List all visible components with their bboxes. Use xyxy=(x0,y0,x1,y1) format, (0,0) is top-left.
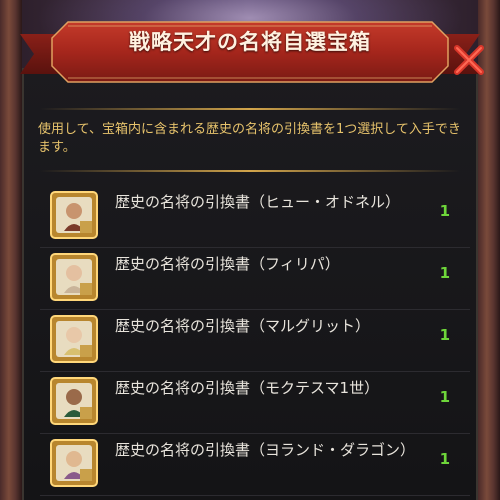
scroll-portrait-icon xyxy=(50,315,98,363)
item-label: 歴史の名将の引換書（ヒュー・オドネル） xyxy=(115,193,401,211)
scroll-portrait-icon xyxy=(50,253,98,301)
scroll-portrait-icon xyxy=(50,439,98,487)
list-item[interactable]: 歴史の名将の引換書（マルグリット） 1 xyxy=(40,309,470,372)
list-item[interactable]: 歴史の名将の引換書（ヒュー・オドネル） 1 xyxy=(40,185,470,248)
description-divider xyxy=(40,170,460,172)
list-item[interactable]: 歴史の名将の引換書（ヨランド・ダラゴン） 1 xyxy=(40,433,470,496)
scroll-portrait-icon xyxy=(50,191,98,239)
dialog-screen: 戦略天才の名将自選宝箱 使用して、宝箱内に含まれる歴史の名将の引換書を1つ選択し… xyxy=(0,0,500,500)
item-count: 1 xyxy=(439,202,450,220)
item-label: 歴史の名将の引換書（フィリパ） xyxy=(115,255,340,273)
scroll-portrait-icon xyxy=(50,377,98,425)
item-label: 歴史の名将の引換書（モクテスマ1世） xyxy=(115,379,380,397)
close-icon xyxy=(454,45,484,75)
list-item[interactable]: 歴史の名将の引換書（モクテスマ1世） 1 xyxy=(40,371,470,434)
item-count: 1 xyxy=(439,326,450,344)
top-divider xyxy=(40,108,460,110)
item-count: 1 xyxy=(439,264,450,282)
list-item[interactable]: 歴史の名将の引換書（フィリパ） 1 xyxy=(40,247,470,310)
description-text: 使用して、宝箱内に含まれる歴史の名将の引換書を1つ選択して入手できます。 xyxy=(38,122,461,155)
title-banner: 戦略天才の名将自選宝箱 xyxy=(0,0,500,90)
item-label: 歴史の名将の引換書（マルグリット） xyxy=(115,317,371,335)
close-button[interactable] xyxy=(449,40,489,80)
item-count: 1 xyxy=(439,388,450,406)
dialog-title: 戦略天才の名将自選宝箱 xyxy=(129,30,371,54)
item-label: 歴史の名将の引換書（ヨランド・ダラゴン） xyxy=(115,441,416,459)
item-count: 1 xyxy=(439,450,450,468)
